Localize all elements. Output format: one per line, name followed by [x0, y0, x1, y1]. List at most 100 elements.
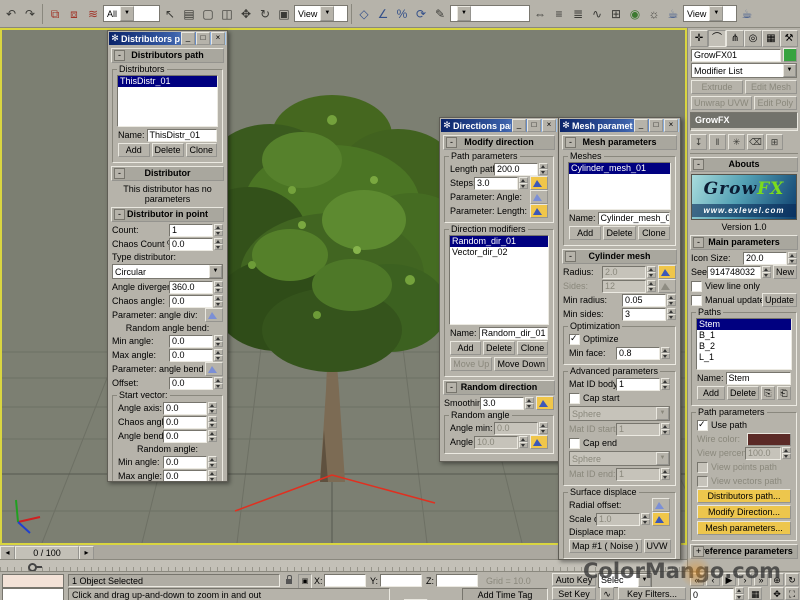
mesh-parameters-button[interactable]: Mesh parameters... — [697, 521, 791, 535]
list-item[interactable]: Stem — [697, 319, 791, 330]
bind-spacewarp-icon[interactable]: ≋ — [84, 5, 102, 23]
select-object-icon[interactable]: ↖ — [161, 5, 179, 23]
rollout-abouts[interactable]: -Abouts — [690, 157, 798, 172]
meshes-list[interactable]: Cylinder_mesh_01 — [568, 162, 671, 210]
minimize-button[interactable]: _ — [512, 119, 526, 132]
minimize-button[interactable]: _ — [634, 119, 648, 132]
edit-named-selections-icon[interactable]: ✎ — [431, 5, 449, 23]
spinner[interactable] — [214, 224, 223, 236]
spinner[interactable] — [641, 513, 650, 525]
name-field[interactable]: Random_dir_01 — [479, 327, 548, 340]
unwrap-uvw-button[interactable]: Unwrap UVW — [691, 96, 752, 110]
reference-coord-dropdown[interactable]: View ▼ — [294, 5, 348, 22]
rollout-cylinder-mesh[interactable]: -Cylinder mesh — [562, 249, 677, 264]
manual-update-checkbox[interactable] — [691, 295, 702, 306]
curve-button[interactable] — [205, 308, 223, 322]
copy-path-icon[interactable]: ⎘ — [761, 386, 775, 400]
undo-icon[interactable]: ↶ — [2, 5, 20, 23]
tab-display-icon[interactable]: ▦ — [762, 30, 780, 47]
spinner[interactable] — [208, 416, 217, 428]
rollout-distributors-path[interactable]: -Distributors path — [111, 48, 224, 63]
render-preset-dropdown[interactable]: View ▼ — [683, 5, 737, 22]
uvw-button[interactable]: UVW — [644, 539, 671, 553]
spinner[interactable] — [788, 252, 797, 264]
auto-key-button[interactable]: Auto Key — [552, 573, 596, 586]
selection-lock-icon[interactable] — [284, 574, 294, 586]
curve-button[interactable] — [530, 190, 548, 204]
min-angle2-field[interactable]: 0.0 — [163, 456, 207, 469]
object-name-field[interactable]: GrowFX01 — [691, 49, 781, 62]
type-distributor-dropdown[interactable]: Circular ▼ — [112, 264, 223, 279]
rotate-icon[interactable]: ↻ — [256, 5, 274, 23]
add-button[interactable]: Add — [697, 386, 725, 400]
list-item[interactable]: Vector_dir_02 — [450, 247, 548, 258]
directions-titlebar[interactable]: ✻ Directions param... _ □ × — [441, 119, 557, 132]
selection-filter-dropdown[interactable]: All ▼ — [103, 5, 160, 22]
stack-item-growfx[interactable]: GrowFX — [691, 113, 797, 128]
smoothing-field[interactable]: 3.0 — [480, 397, 524, 410]
selection-set-dropdown[interactable]: Selec ▼ — [598, 573, 652, 588]
close-button[interactable]: × — [664, 119, 678, 132]
chevron-down-icon[interactable]: ▼ — [709, 6, 723, 21]
tab-modify-icon[interactable]: ⌒ — [708, 30, 726, 47]
rollout-main-parameters[interactable]: -Main parameters — [690, 235, 798, 250]
min-angle-field[interactable]: 0.0 — [169, 335, 213, 348]
delete-button[interactable]: Delete — [483, 341, 515, 355]
cap-start-checkbox[interactable] — [569, 393, 580, 404]
curve-button[interactable] — [658, 265, 676, 279]
absolute-mode-icon[interactable]: ▣ — [298, 574, 312, 589]
key-curve-toggle-icon[interactable]: ∿ — [600, 587, 614, 600]
object-color-swatch[interactable] — [783, 48, 797, 62]
quick-render-icon[interactable]: ☕ — [738, 5, 756, 23]
directions-window[interactable]: ✻ Directions param... _ □ × -Modify dire… — [439, 117, 559, 462]
maximize-viewport-icon[interactable]: ⛶ — [785, 587, 799, 600]
name-field[interactable]: Stem — [726, 372, 791, 385]
rollout-preference-parameters[interactable]: +Preference parameters — [690, 544, 798, 559]
spinner[interactable] — [661, 378, 670, 390]
spinner[interactable] — [525, 397, 534, 409]
time-config-icon[interactable]: ▦ — [748, 587, 762, 600]
wire-color-swatch[interactable] — [747, 433, 791, 446]
mat-id-body-field[interactable]: 1 — [616, 378, 660, 391]
modify-direction-button[interactable]: Modify Direction... — [697, 505, 791, 519]
percent-snap-icon[interactable]: % — [393, 5, 411, 23]
chevron-down-icon[interactable]: ▼ — [457, 6, 471, 21]
spinner[interactable] — [539, 163, 548, 175]
remove-modifier-icon[interactable]: ⌫ — [747, 134, 764, 150]
spinner[interactable] — [214, 281, 223, 293]
distributors-window[interactable]: ✻ Distributors para... _ □ × -Distributo… — [107, 30, 228, 482]
clone-button[interactable]: Clone — [186, 143, 218, 157]
edit-poly-button[interactable]: Edit Poly — [754, 96, 797, 110]
list-item[interactable]: Cylinder_mesh_01 — [569, 163, 670, 174]
list-item[interactable]: B_1 — [697, 330, 791, 341]
tab-hierarchy-icon[interactable]: ⋔ — [726, 30, 744, 47]
x-coord-field[interactable] — [324, 574, 366, 587]
delete-button[interactable]: Delete — [152, 143, 184, 157]
close-button[interactable]: × — [211, 32, 225, 45]
spinner[interactable] — [214, 349, 223, 361]
select-by-name-icon[interactable]: ▤ — [180, 5, 198, 23]
steps-field[interactable]: 3.0 — [474, 177, 518, 190]
offset-field[interactable]: 0.0 — [169, 377, 213, 390]
macro-recorder-field[interactable] — [2, 574, 64, 588]
optimize-checkbox[interactable] — [569, 334, 580, 345]
view-line-only-checkbox[interactable] — [691, 281, 702, 292]
chevron-down-icon[interactable]: ▼ — [656, 407, 669, 420]
curve-button[interactable] — [652, 512, 670, 526]
angle-min-field[interactable]: 0.0 — [494, 422, 538, 435]
spinner[interactable] — [667, 294, 676, 306]
delete-button[interactable]: Delete — [603, 226, 635, 240]
tab-create-icon[interactable]: ✛ — [690, 30, 708, 47]
clone-button[interactable]: Clone — [517, 341, 548, 355]
min-radius-field[interactable]: 0.05 — [622, 294, 666, 307]
pan-viewport-icon[interactable]: ✥ — [770, 587, 784, 600]
spinner[interactable] — [647, 266, 656, 278]
cap-start-type-dropdown[interactable]: Sphere ▼ — [569, 406, 670, 421]
maximize-button[interactable]: □ — [196, 32, 210, 45]
chaos-angle2-field[interactable]: 0.0 — [163, 416, 207, 429]
spinner-snap-icon[interactable]: ⟳ — [412, 5, 430, 23]
spinner[interactable] — [214, 335, 223, 347]
maximize-button[interactable]: □ — [527, 119, 541, 132]
rollout-mesh-parameters[interactable]: -Mesh parameters — [562, 135, 677, 150]
view-vectors-path-checkbox[interactable] — [697, 476, 708, 487]
